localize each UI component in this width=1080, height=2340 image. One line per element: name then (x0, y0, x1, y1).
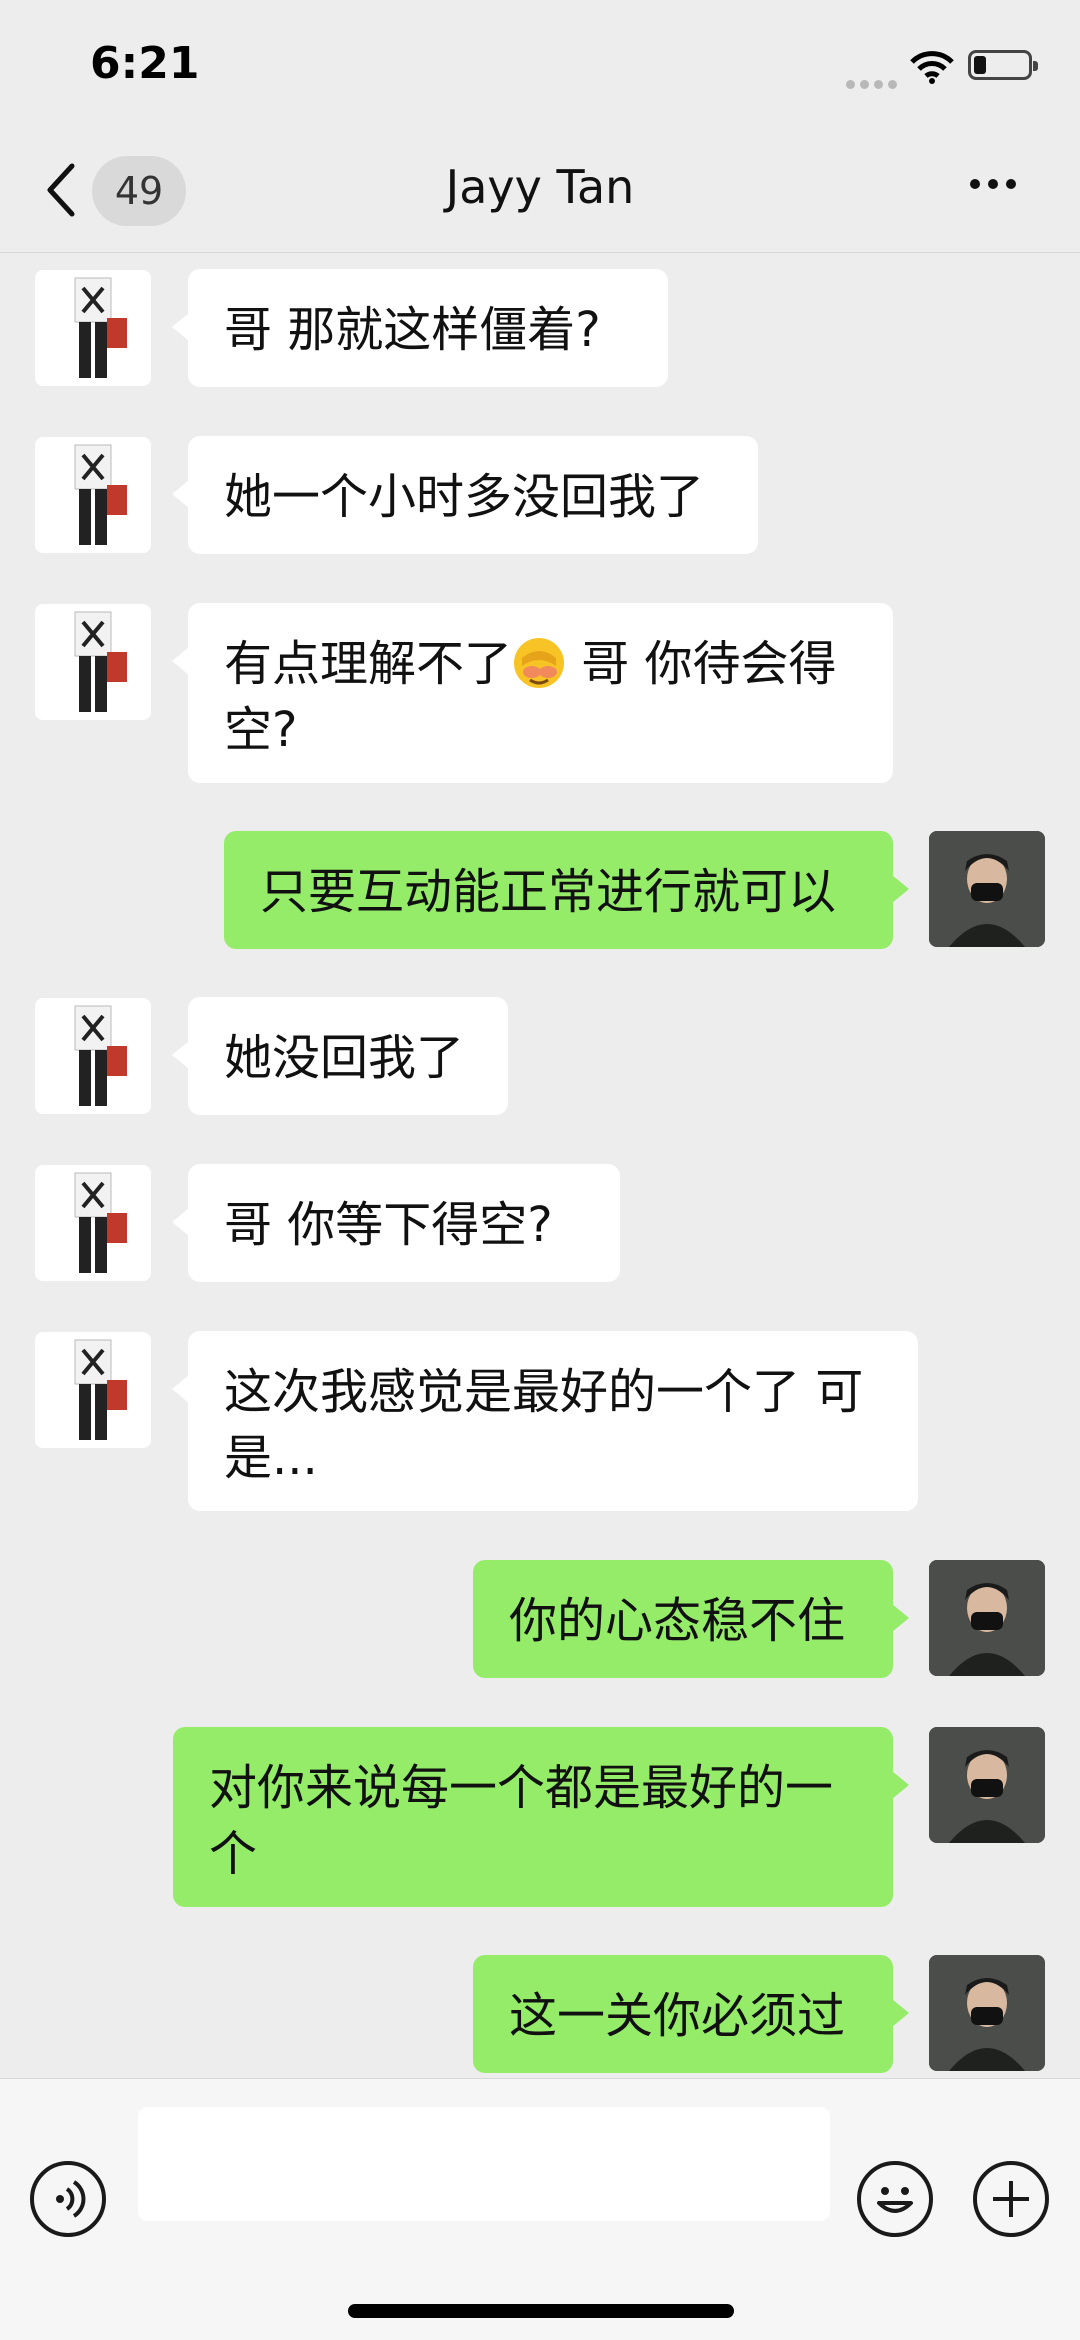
message-text: 这一关你必须过 (509, 1988, 846, 2044)
contact-avatar[interactable] (35, 437, 151, 553)
more-options-icon[interactable] (970, 174, 1030, 204)
smiley-icon (877, 2187, 913, 2213)
home-indicator[interactable] (348, 2304, 734, 2318)
input-bar (0, 2078, 1080, 2340)
message-bubble-outgoing[interactable]: 对你来说每一个都是最好的一个 (173, 1727, 909, 1907)
message-text: 她一个小时多没回我了 (224, 469, 705, 525)
message-bubble-incoming[interactable]: 哥 那就这样僵着? (172, 269, 668, 387)
battery-icon (968, 50, 1038, 80)
message-text: 哥 那就这样僵着? (224, 302, 601, 358)
message-text: 她没回我了 (224, 1030, 465, 1086)
chat-title: Jayy Tan (445, 160, 635, 214)
message-list[interactable]: 哥 那就这样僵着? 她一个小时多没回我了 有点理解不了 哥 你待会得空? 只要互… (0, 253, 1080, 2078)
message-text: 这次我感觉是最好的一个了 可是... (224, 1364, 864, 1486)
message-bubble-outgoing[interactable]: 这一关你必须过 (473, 1955, 909, 2073)
more-functions-button[interactable] (973, 2161, 1049, 2237)
emoji-button[interactable] (857, 2161, 933, 2237)
self-avatar[interactable] (929, 1560, 1045, 1676)
message-bubble-incoming[interactable]: 她没回我了 (172, 997, 508, 1115)
message-bubble-outgoing[interactable]: 你的心态稳不住 (473, 1560, 909, 1678)
message-text: 有点理解不了 (224, 636, 513, 692)
contact-avatar[interactable] (35, 270, 151, 386)
chat-header: 49 Jayy Tan (0, 130, 1080, 253)
plus-icon (993, 2181, 1029, 2217)
message-input[interactable] (138, 2107, 830, 2221)
contact-avatar[interactable] (35, 1165, 151, 1281)
voice-input-button[interactable] (30, 2161, 106, 2237)
self-avatar[interactable] (929, 1727, 1045, 1843)
status-bar: 6:21 (0, 0, 1080, 130)
message-bubble-incoming[interactable]: 她一个小时多没回我了 (172, 436, 758, 554)
message-text: 你的心态稳不住 (509, 1593, 846, 1649)
voice-icon (56, 2180, 86, 2218)
message-bubble-incoming[interactable]: 有点理解不了 哥 你待会得空? (172, 603, 893, 783)
message-bubble-incoming[interactable]: 哥 你等下得空? (172, 1164, 620, 1282)
status-time: 6:21 (90, 38, 200, 89)
self-avatar[interactable] (929, 831, 1045, 947)
contact-avatar[interactable] (35, 998, 151, 1114)
self-avatar[interactable] (929, 1955, 1045, 2071)
wifi-icon (910, 51, 954, 84)
message-text: 对你来说每一个都是最好的一个 (209, 1760, 834, 1882)
message-bubble-outgoing[interactable]: 只要互动能正常进行就可以 (224, 831, 909, 949)
message-text: 只要互动能正常进行就可以 (260, 864, 837, 920)
message-text: 哥 你等下得空? (224, 1197, 553, 1253)
contact-avatar[interactable] (35, 1332, 151, 1448)
face-with-hand-over-eyes-emoji (514, 638, 565, 688)
message-bubble-incoming[interactable]: 这次我感觉是最好的一个了 可是... (172, 1331, 918, 1511)
contact-avatar[interactable] (35, 604, 151, 720)
signal-icon (846, 74, 902, 93)
